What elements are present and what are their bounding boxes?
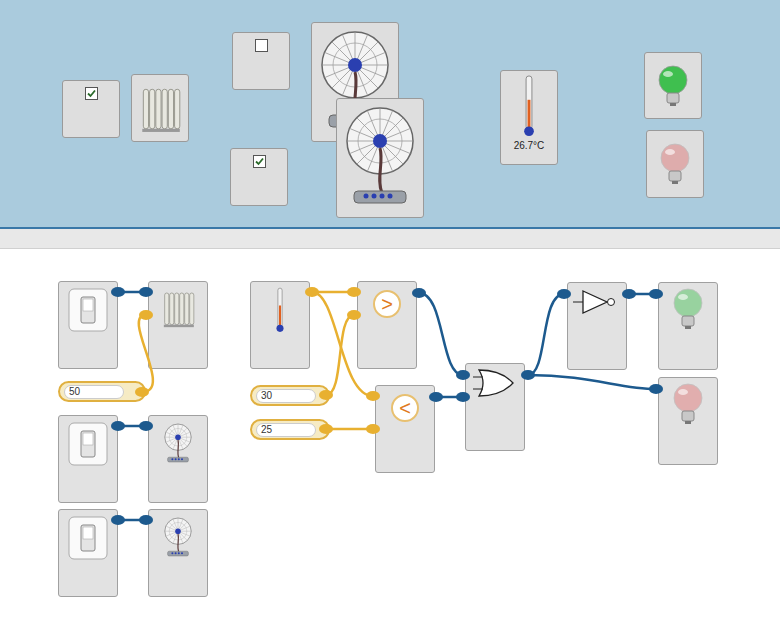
comparator-block[interactable]: < [375,385,435,473]
bulb-icon [671,287,705,331]
green-lamp-block[interactable] [658,282,718,370]
thermometer-block[interactable] [250,281,310,369]
checkbox-card [62,80,120,138]
heater-block[interactable] [148,281,208,369]
checkbox-card [230,148,288,206]
constant-block[interactable]: 30 [250,385,330,406]
temperature-reading: 26.7°C [514,141,545,151]
comparator-block[interactable]: > [357,281,417,369]
or-gate-block[interactable] [465,363,525,451]
room-panel: 26.7°C [0,0,780,229]
switch-icon [68,288,108,332]
switch-block[interactable] [58,281,118,369]
fan-card [336,98,424,218]
heater-card [131,74,189,142]
wires [0,249,780,621]
fan-icon [162,516,194,560]
bulb-icon [671,382,705,426]
fan-icon [162,422,194,466]
thermometer-icon [521,73,537,139]
green-lamp-card [644,52,702,119]
red-lamp-block[interactable] [658,377,718,465]
not-gate-block[interactable] [567,282,627,370]
bulb-icon [658,142,692,186]
check-icon [86,88,97,99]
checkbox[interactable] [255,39,268,52]
bulb-icon [656,64,690,108]
checkbox[interactable] [85,87,98,100]
heater-icon [139,83,181,133]
red-lamp-card [646,130,704,198]
switch-block[interactable] [58,509,118,597]
divider-strip [0,229,780,249]
fan-block[interactable] [148,509,208,597]
checkbox-card [232,32,290,90]
constant-block[interactable]: 50 [58,381,146,402]
app: 26.7°C 50 30 25 > < [0,0,780,622]
switch-icon [68,516,108,560]
switch-block[interactable] [58,415,118,503]
checkbox[interactable] [253,155,266,168]
circuit-canvas: 50 30 25 > < [0,249,780,622]
fan-icon [340,103,420,213]
not-gate-icon [573,289,621,315]
switch-icon [68,422,108,466]
check-icon [254,156,265,167]
fan-block[interactable] [148,415,208,503]
or-gate-icon [473,368,517,398]
constant-block[interactable]: 25 [250,419,330,440]
heater-icon [161,288,195,328]
thermometer-icon [273,286,287,334]
thermometer-card: 26.7°C [500,70,558,165]
